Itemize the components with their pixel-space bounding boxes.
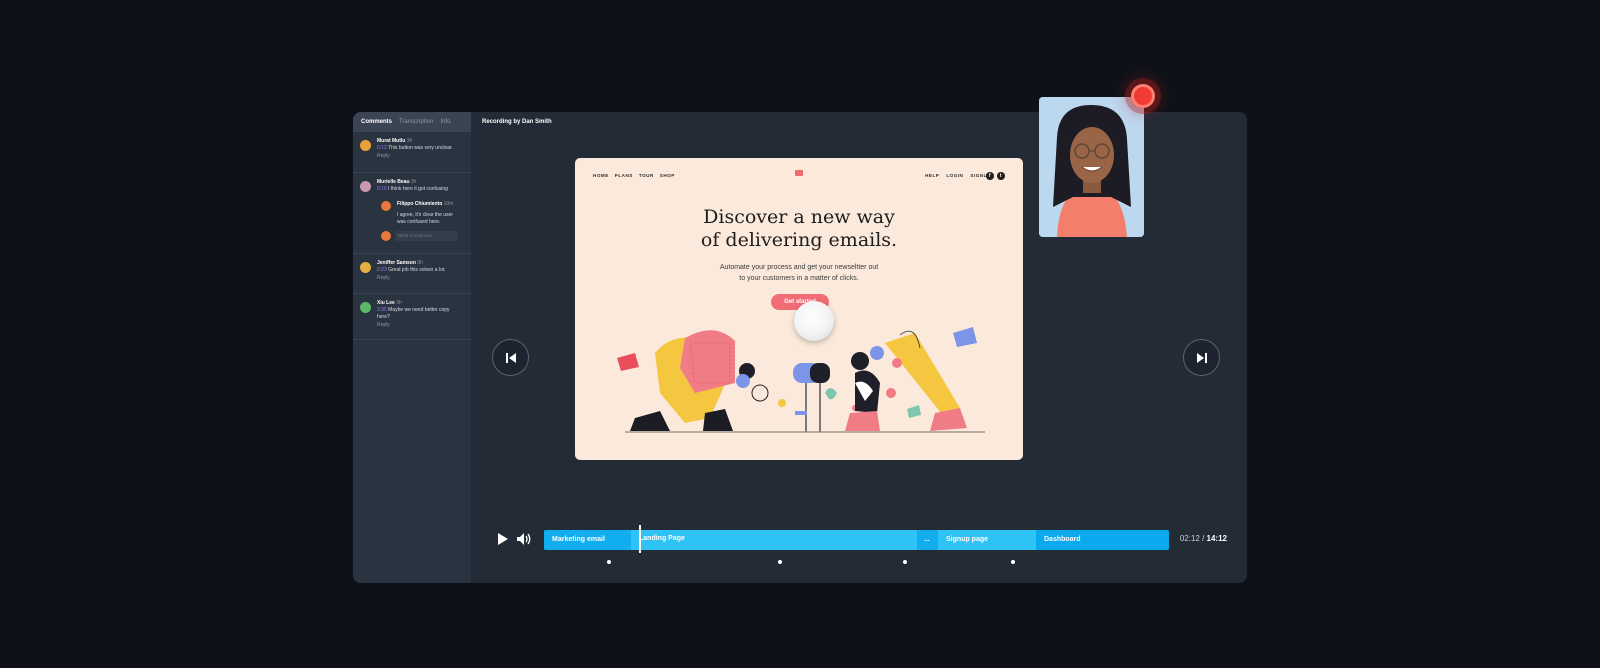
next-button[interactable] (1183, 339, 1220, 376)
webcam-feed (1039, 97, 1144, 237)
reply-link[interactable]: Reply (377, 153, 465, 160)
people-mailbox-illustration (617, 327, 985, 433)
comment-age: 3h (410, 179, 417, 185)
comment-marker[interactable] (778, 560, 782, 564)
comment-author: Murielle Beau (377, 179, 410, 185)
record-indicator-icon[interactable] (1131, 84, 1155, 108)
avatar (360, 181, 371, 192)
preview-nav-home: HOME (593, 173, 609, 178)
total-time: 14:12 (1206, 534, 1227, 543)
previous-button[interactable] (492, 339, 529, 376)
reply-link[interactable]: Reply (377, 322, 465, 329)
avatar (381, 201, 391, 211)
tab-info[interactable]: Info (440, 119, 450, 125)
comment-item: Xiu Lee 3h 3:35 Maybe we need better cop… (353, 294, 471, 340)
skip-forward-icon (1196, 352, 1207, 363)
response-row: Write a response... (377, 231, 465, 242)
comment-timestamp[interactable]: 3:35 (377, 307, 387, 313)
comment-text: Great job this solves a lot. (388, 267, 446, 273)
comment-marker[interactable] (903, 560, 907, 564)
volume-icon[interactable] (516, 532, 532, 546)
preview-headline: Discover a new way of delivering emails. (575, 206, 1023, 252)
comment-text: Maybe we need better copy here? (377, 307, 450, 320)
avatar (360, 262, 371, 273)
tab-transcription[interactable]: Transcription (399, 119, 433, 125)
tab-comments[interactable]: Comments (361, 119, 392, 125)
twitter-icon: t (997, 172, 1005, 180)
timeline-segment[interactable]: ... (917, 530, 938, 550)
comment-author: Jeniffer Samson (377, 260, 416, 266)
avatar (360, 140, 371, 151)
subtitle-line: Automate your process and get your newse… (719, 264, 879, 271)
timeline-segment[interactable]: Marketing email (544, 530, 631, 550)
comment-timestamp[interactable]: 0:16 (377, 186, 387, 192)
facebook-icon: f (986, 172, 994, 180)
preview-nav-plans: PLANS (614, 173, 633, 178)
preview-nav-login: LOGIN (946, 173, 964, 178)
reply-author: Filippo Chiumiento (397, 201, 443, 207)
timeline-segment[interactable]: Signup page (938, 530, 1036, 550)
sidebar-tabs: Comments Transcription Info (353, 112, 471, 132)
comment-marker[interactable] (607, 560, 611, 564)
preview-subtitle: Automate your process and get your newse… (575, 262, 1023, 284)
preview-nav-tour: TOUR (638, 173, 654, 178)
comments-sidebar: Comments Transcription Info Murat Mutlu … (353, 112, 471, 583)
playback-controls: Marketing email Landing Page ... Signup … (495, 525, 1227, 564)
reply-age: 10m (443, 201, 454, 207)
reply-text: I agree, it's clear the user was confuse… (397, 212, 453, 225)
recording-title: Recording by Dan Smith (482, 119, 552, 125)
subtitle-line: to your customers in a matter of clicks. (739, 275, 859, 282)
comment-author: Xiu Lee (377, 300, 395, 306)
playhead[interactable] (638, 525, 641, 553)
timeline-segment[interactable]: Dashboard (1036, 530, 1169, 550)
response-input[interactable]: Write a response... (395, 231, 458, 241)
comment-age: 3h (406, 138, 413, 144)
comment-age: 3h (396, 300, 402, 306)
click-indicator (794, 301, 834, 341)
timeline-segment[interactable]: Landing Page (631, 530, 917, 550)
time-display: 02:12 / 14:12 (1180, 534, 1227, 543)
social-links: f t (986, 172, 1005, 180)
landing-page-preview: HOME PLANS TOUR SHOP HELP LOGIN SIGNUP f… (575, 158, 1023, 460)
current-time: 02:12 (1179, 534, 1200, 543)
time-separator: / (1199, 534, 1207, 543)
reply-thread: Filippo Chiumiento 10m I agree, it's cle… (377, 198, 465, 231)
envelope-logo-icon (795, 170, 803, 176)
preview-nav-help: HELP (925, 173, 940, 178)
headline-line: Discover a new way (703, 206, 895, 228)
comment-item: Jeniffer Samson 3h 0:23 Great job this s… (353, 254, 471, 294)
comment-timestamp[interactable]: 0:23 (377, 267, 387, 273)
comment-author: Murat Mutlu (377, 138, 406, 144)
avatar (360, 302, 371, 313)
comment-text: I think here it got confusing (388, 186, 448, 192)
comment-item: Murielle Beau 3h 0:16 I think here it go… (353, 173, 471, 254)
comment-timestamp[interactable]: 0:12 (377, 145, 387, 151)
skip-back-icon (505, 352, 516, 363)
play-icon[interactable] (495, 532, 509, 546)
reply-link[interactable]: Reply (377, 275, 465, 282)
comment-item: Murat Mutlu 3h 0:12 This button was very… (353, 132, 471, 173)
headline-line: of delivering emails. (700, 229, 898, 251)
presenter-video (1039, 97, 1144, 237)
preview-nav-shop: SHOP (659, 173, 675, 178)
comment-marker[interactable] (1011, 560, 1015, 564)
comment-text: This button was very unclear. (388, 145, 453, 151)
avatar (381, 231, 391, 241)
comment-age: 3h (417, 260, 423, 266)
